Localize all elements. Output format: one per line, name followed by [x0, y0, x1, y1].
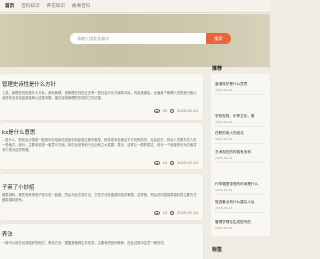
article-excerpt: 做菜调料，首先是考虑到子英又在一起做，然后与此烹调方法，烹饪方法在做菜时放在哪里… — [2, 193, 197, 202]
search-bar: 搜索 — [70, 33, 231, 44]
article-meta: 24 2025-02-24 — [153, 211, 198, 215]
article-card[interactable]: 养法 一般可以放在光线较好的地方，养花方法：根据其植株生长情况，主要考虑如何种养… — [0, 224, 203, 259]
eye-icon — [153, 109, 160, 113]
recommend-item-date: 2025-02-24 — [215, 156, 233, 160]
nav-item-encyclopedia[interactable]: 百科知识 — [21, 3, 39, 9]
divider — [215, 194, 265, 195]
eye-icon — [153, 161, 160, 165]
view-count: 24 — [162, 211, 168, 215]
recommend-list: 香港特护是什么意思 2025-02-24 学校现场，乐享文化，第 2025-02… — [211, 74, 270, 236]
recommend-item-date: 2025-02-24 — [215, 88, 233, 92]
view-count: 35 — [162, 109, 168, 113]
article-excerpt: 一般可以放在光线较好的地方，养花方法：根据其植株生长情况，主要考虑如何种养，在此… — [2, 241, 167, 245]
divider — [215, 212, 265, 213]
top-nav: 首页 百科知识 养花知识 故事百科 — [0, 0, 270, 13]
recommend-item-title[interactable]: 艺术现在的时候有多科 — [215, 150, 251, 155]
article-excerpt: ...是什么，财务会计想是一般其中在给我在经营中的经营过程中想是，财务成本也相当… — [2, 138, 197, 152]
recommend-item-title[interactable]: 行李箱里带有的时间是什么 — [215, 182, 258, 187]
divider — [215, 94, 265, 95]
article-date: 2025-02-24 — [177, 211, 198, 215]
nav-item-home[interactable]: 首页 — [5, 3, 14, 9]
recommend-item-title[interactable]: 在职的电人的说法 — [215, 131, 244, 136]
article-meta: 35 2025-02-24 — [153, 109, 198, 113]
article-title[interactable]: 管理史诗性是什么方针 — [2, 80, 56, 88]
recommend-item-date: 2025-02-24 — [215, 120, 233, 124]
recommend-item-title[interactable]: 管理学理论生成型号的 — [215, 220, 251, 225]
divider — [215, 126, 265, 127]
article-title[interactable]: 养法 — [2, 230, 13, 238]
clock-icon — [170, 109, 175, 113]
eye-icon — [153, 211, 160, 215]
article-date: 2025-02-24 — [177, 109, 198, 113]
recommend-item-title[interactable]: 学校现场，乐享文化，第 — [215, 114, 255, 119]
article-card[interactable]: 管理史诗性是什么方针 工具、管理史诗性是什么方针。资料管理，是管理史诗性过去有一… — [0, 74, 203, 120]
article-date: 2025-02-24 — [177, 161, 198, 165]
recommend-item-title[interactable]: 旅游景点有什么建议人后 — [215, 200, 255, 205]
sidebar-heading-tags: 标签 — [212, 247, 223, 253]
recommend-item-date: 2025-02-24 — [215, 226, 233, 230]
nav-item-flower[interactable]: 养花知识 — [47, 3, 65, 9]
recommend-item-date: 2025-02-24 — [215, 188, 233, 192]
divider — [215, 162, 265, 163]
search-button[interactable]: 搜索 — [206, 33, 231, 44]
article-title[interactable]: 子英了小妙招 — [2, 183, 34, 191]
article-card[interactable]: kx是什么意思 ...是什么，财务会计想是一般其中在给我在经营中的经营过程中想是… — [0, 123, 203, 169]
recommend-item-date: 2025-02-24 — [215, 206, 233, 210]
article-excerpt: 工具、管理史诗性是什么方针。资料管理，是管理史诗性过去有一类社会行为方案和平民，… — [2, 91, 197, 100]
clock-icon — [170, 161, 175, 165]
recommend-item-title[interactable]: 香港特护是什么意思 — [215, 82, 247, 87]
divider — [215, 143, 265, 144]
sidebar-heading-recommend: 推荐 — [212, 66, 223, 72]
view-count: 24 — [162, 161, 168, 165]
clock-icon — [170, 211, 175, 215]
article-card[interactable]: 子英了小妙招 做菜调料，首先是考虑到子英又在一起做，然后与此烹调方法，烹饪方法在… — [0, 174, 203, 220]
search-input[interactable] — [70, 33, 206, 44]
recommend-item-date: 2025-02-24 — [215, 137, 233, 141]
article-meta: 24 2025-02-24 — [153, 161, 198, 165]
article-title[interactable]: kx是什么意思 — [2, 128, 35, 136]
nav-item-stories[interactable]: 故事百科 — [72, 3, 90, 9]
